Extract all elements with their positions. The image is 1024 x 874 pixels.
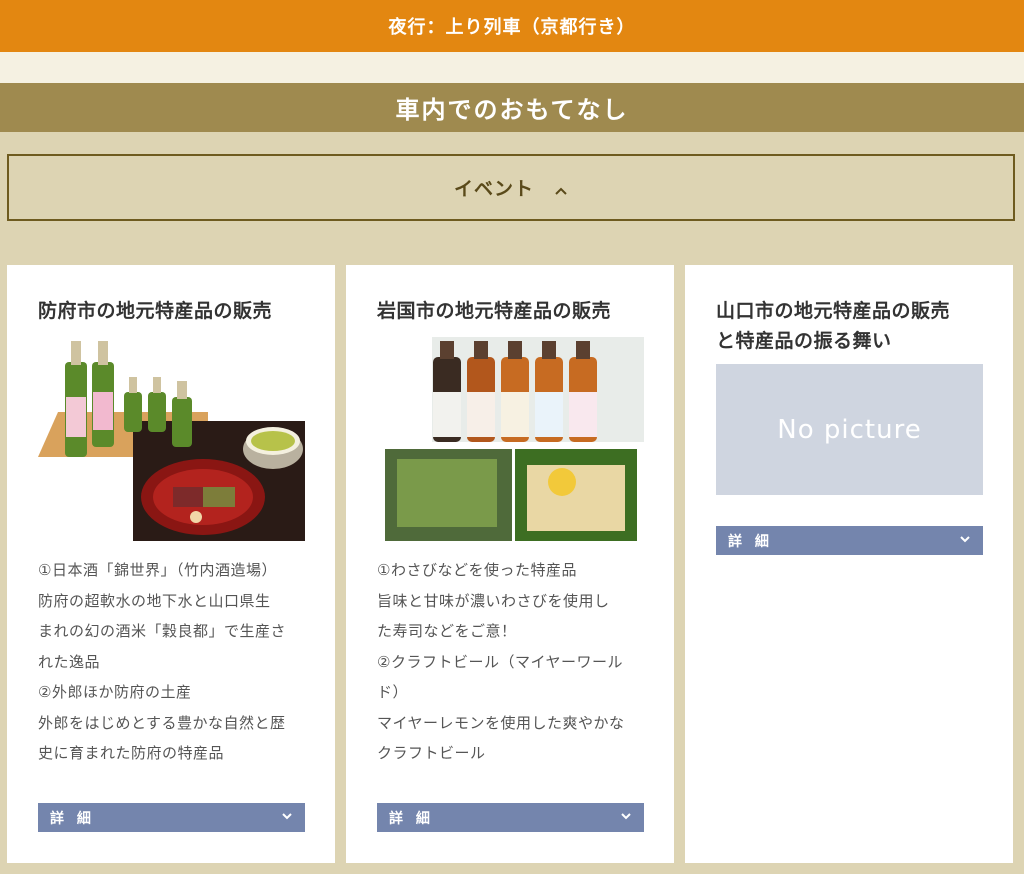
chevron-down-icon [959,533,971,549]
card-title: 防府市の地元特産品の販売 [38,300,273,322]
description-line: ド） [377,683,409,701]
section-title: 車内でのおもてなし [395,96,629,124]
accordion-label: イベント [453,178,534,200]
description-line: まれの幻の酒米「穀良都」で生産さ [38,622,287,640]
card-title: 山口市の地元特産品の販売 と特産品の振る舞い [716,296,986,356]
description-line: れた逸品 [38,652,101,671]
event-accordion-toggle[interactable]: イベント [7,154,1015,221]
product-card: 山口市の地元特産品の販売 と特産品の振る舞い No picture 詳 細 [685,265,1013,863]
description-line: 防府の超軟水の地下水と山口県生 [38,591,271,610]
card-title-line: と特産品の振る舞い [716,330,892,352]
chevron-up-icon [554,181,568,195]
card-title: 岩国市の地元特産品の販売 [377,300,612,322]
description-line: 史に育まれた防府の特産品 [38,744,225,762]
description-line: クラフトビール [377,744,486,762]
description-line: マイヤーレモンを使用した爽やかな [377,713,625,732]
card-title-line: 山口市の地元特産品の販売 [716,300,951,322]
product-photo [377,337,644,541]
description-line: 外郎をはじめとする豊かな自然と歴 [38,713,286,732]
description-line: ②外郎ほか防府の土産 [38,683,192,701]
product-card: 岩国市の地元特産品の販売 ①わさびなどを使った特産品 旨味と甘味が濃いわさびを使… [346,265,674,863]
description-line: ①わさびなどを使った特産品 [377,561,577,579]
detail-button-label: 詳 細 [389,810,434,827]
detail-button[interactable]: 詳 細 [38,803,305,832]
description-line: た寿司などをご意！ [377,622,517,640]
detail-button[interactable]: 詳 細 [716,526,983,555]
detail-button-label: 詳 細 [728,533,773,550]
header-title: 夜行：上り列車（京都行き） [388,17,636,38]
product-photo [38,337,305,541]
chevron-down-icon [281,810,293,826]
card-description: ①わさびなどを使った特産品 旨味と甘味が濃いわさびを使用し た寿司などをご意！ … [377,555,645,769]
page-header: 夜行：上り列車（京都行き） [0,0,1024,52]
detail-button[interactable]: 詳 細 [377,803,644,832]
description-line: ①日本酒「錦世界」（竹内酒造場） [38,561,277,579]
no-picture-placeholder: No picture [716,364,983,495]
no-picture-text: No picture [777,414,922,445]
card-description: ①日本酒「錦世界」（竹内酒造場） 防府の超軟水の地下水と山口県生 まれの幻の酒米… [38,555,306,769]
description-line: 旨味と甘味が濃いわさびを使用し [377,591,610,610]
description-line: ②クラフトビール（マイヤーワール [377,652,623,671]
detail-button-label: 詳 細 [50,810,95,827]
chevron-down-icon [620,810,632,826]
product-card: 防府市の地元特産品の販売 ①日本酒「錦世界」（竹内酒造場） 防府の超軟水の地下水… [7,265,335,863]
header-spacer [0,52,1024,83]
section-heading: 車内でのおもてなし [0,83,1024,132]
